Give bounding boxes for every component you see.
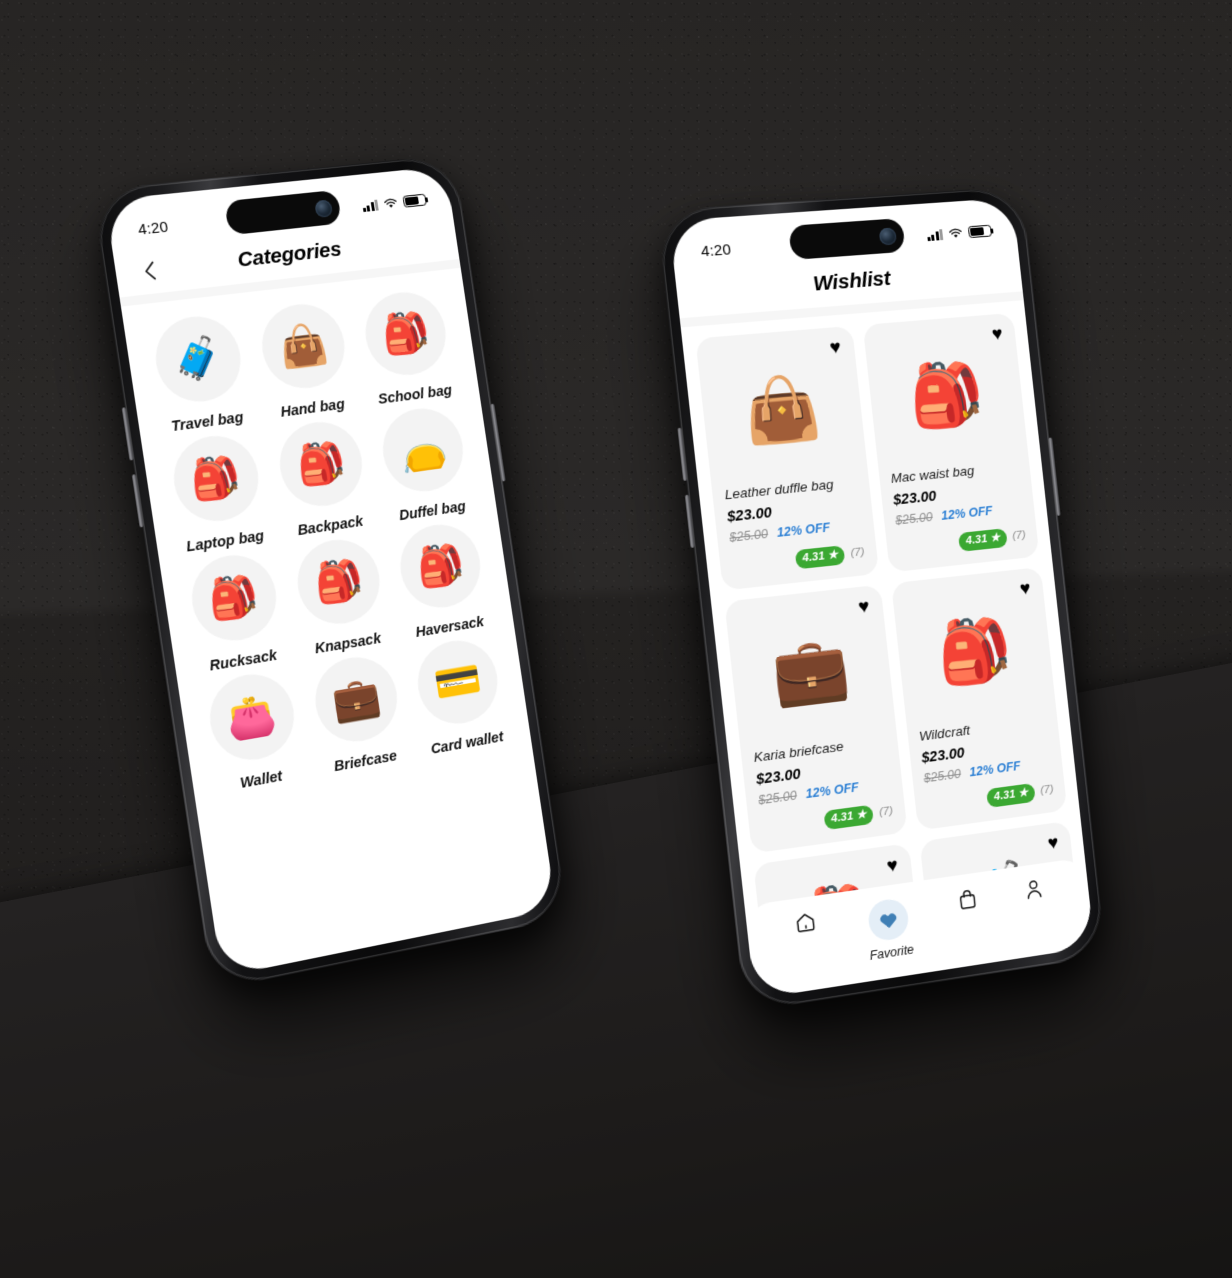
- front-camera-icon: [314, 198, 334, 218]
- laptop-bag-icon: 🎒: [167, 430, 264, 527]
- grey-duffle-bag-image: 👜: [740, 372, 825, 449]
- category-item[interactable]: 👝 Duffel bag: [366, 402, 483, 526]
- category-label: Briefcase: [333, 748, 399, 776]
- status-time: 4:20: [700, 240, 732, 260]
- front-camera-icon: [878, 226, 897, 246]
- orange-briefcase-image: 💼: [768, 631, 854, 711]
- signal-bars-icon: [361, 199, 379, 212]
- rating-badge: 4.31 ★: [794, 545, 846, 570]
- phone-left-categories: 4:20 Categories 🧳 Travel bag 👜 Hand bag …: [92, 154, 568, 991]
- product-card[interactable]: ♥ 🎒 Wildcraft $23.00 $25.00 12% OFF 4.31 ★ (7): [890, 566, 1068, 831]
- heart-icon: [879, 912, 897, 929]
- category-item[interactable]: 🎒 Knapsack: [280, 533, 400, 661]
- favorite-toggle[interactable]: ♥: [1019, 578, 1032, 600]
- nav-item-profile[interactable]: [1023, 877, 1044, 901]
- favorite-toggle[interactable]: ♥: [829, 337, 842, 359]
- signal-bars-icon: [926, 228, 944, 241]
- review-count: (7): [849, 546, 866, 560]
- category-item[interactable]: 🎒 Backpack: [263, 416, 383, 542]
- star-icon: ★: [855, 808, 868, 822]
- phone-right-screen: 4:20 Wishlist ♥ 👜 Leather duffle bag $23.00…: [668, 197, 1095, 1000]
- category-label: Duffel bag: [398, 498, 467, 525]
- product-card[interactable]: ♥ 🎒 Mac waist bag $23.00 $25.00 12% OFF 4.31 ★(…: [862, 312, 1040, 573]
- favorite-toggle[interactable]: ♥: [991, 324, 1004, 345]
- cyan-backpack-image: 🎒: [905, 358, 988, 433]
- rating-value: 4.31: [965, 533, 988, 548]
- wallet-icon: 👛: [203, 668, 300, 767]
- status-icons: [361, 193, 427, 212]
- wifi-icon: [383, 197, 399, 208]
- favorite-toggle[interactable]: ♥: [886, 855, 899, 877]
- product-card[interactable]: ♥ 👜 Leather duffle bag $23.00 $25.00 12% OFF 4…: [695, 325, 879, 591]
- category-item[interactable]: 🎒 Rucksack: [174, 548, 297, 678]
- categories-grid: 🧳 Travel bag 👜 Hand bag 🎒 School bag 🎒 Laptop b…: [121, 268, 531, 801]
- nav-item-cart[interactable]: [956, 887, 979, 912]
- rating-value: 4.31: [830, 810, 854, 826]
- wifi-icon: [948, 227, 964, 238]
- rating-badge: 4.31 ★: [823, 804, 875, 831]
- chevron-left-icon: [142, 260, 156, 280]
- nav-item-favorite[interactable]: Favorite: [864, 896, 915, 963]
- power-button[interactable]: [490, 403, 506, 482]
- review-count: (7): [1039, 783, 1055, 798]
- briefcase-icon: 💼: [309, 651, 403, 748]
- category-label: Wallet: [239, 768, 284, 793]
- power-button[interactable]: [1048, 437, 1061, 516]
- rating-badge: 4.31 ★: [986, 782, 1036, 808]
- profile-icon: [1023, 877, 1044, 901]
- volume-down-button[interactable]: [131, 474, 144, 528]
- category-item[interactable]: 🎒 School bag: [349, 287, 467, 410]
- category-label: Backpack: [296, 513, 365, 540]
- star-icon: ★: [1017, 786, 1029, 800]
- rating-value: 4.31: [993, 788, 1016, 804]
- favorite-toggle[interactable]: ♥: [1047, 832, 1060, 854]
- category-item[interactable]: 🎒 Haversack: [384, 518, 501, 644]
- category-label: School bag: [377, 382, 454, 408]
- category-label: Card wallet: [429, 729, 505, 758]
- product-card[interactable]: ♥ 💼 Karia briefcase $23.00 $25.00 12% OFF 4.31…: [724, 584, 908, 854]
- haversack-icon: 🎒: [395, 519, 487, 614]
- battery-icon: [402, 193, 427, 208]
- volume-up-button[interactable]: [121, 407, 134, 461]
- status-icons: [926, 224, 992, 241]
- school-bag-icon: 🎒: [360, 287, 452, 380]
- category-item[interactable]: 👛 Wallet: [192, 666, 315, 797]
- hand-bag-icon: 👜: [256, 299, 351, 394]
- category-item[interactable]: 👜 Hand bag: [245, 299, 366, 424]
- home-icon: [793, 910, 817, 935]
- category-label: Travel bag: [170, 409, 245, 436]
- review-count: (7): [878, 805, 894, 820]
- backpack-icon: 🎒: [274, 417, 368, 512]
- nav-item-home[interactable]: [793, 910, 817, 935]
- black-backpack-image: 🎒: [933, 613, 1016, 690]
- category-item[interactable]: 🧳 Travel bag: [138, 311, 262, 438]
- rating-value: 4.31: [801, 550, 826, 565]
- mockup-scene: 4:20 Categories 🧳 Travel bag 👜 Hand bag …: [0, 0, 1232, 1278]
- duffel-bag-icon: 👝: [377, 403, 469, 497]
- volume-up-button[interactable]: [677, 427, 688, 481]
- rating-badge: 4.31 ★: [958, 528, 1008, 552]
- back-button[interactable]: [134, 256, 164, 285]
- review-count: (7): [1011, 529, 1027, 543]
- card-wallet-icon: 💳: [412, 634, 504, 730]
- favorite-toggle[interactable]: ♥: [857, 596, 870, 618]
- volume-down-button[interactable]: [684, 494, 695, 548]
- status-time: 4:20: [136, 217, 170, 239]
- page-title: Wishlist: [811, 266, 892, 296]
- star-icon: ★: [989, 531, 1001, 545]
- category-item[interactable]: 💳 Card wallet: [401, 633, 518, 760]
- shopping-bag-icon: [956, 887, 979, 912]
- phone-left-screen: 4:20 Categories 🧳 Travel bag 👜 Hand bag …: [104, 165, 557, 977]
- rucksack-icon: 🎒: [185, 549, 282, 647]
- favorite-active-circle: [866, 896, 910, 943]
- battery-icon: [967, 224, 992, 239]
- category-item[interactable]: 🎒 Laptop bag: [156, 429, 280, 557]
- knapsack-icon: 🎒: [291, 534, 386, 630]
- nav-label-favorite: Favorite: [868, 942, 915, 963]
- travel-bag-icon: 🧳: [149, 312, 246, 407]
- page-title: Categories: [235, 237, 343, 272]
- star-icon: ★: [826, 548, 839, 562]
- category-item[interactable]: 💼 Briefcase: [298, 649, 418, 778]
- category-label: Hand bag: [279, 396, 346, 421]
